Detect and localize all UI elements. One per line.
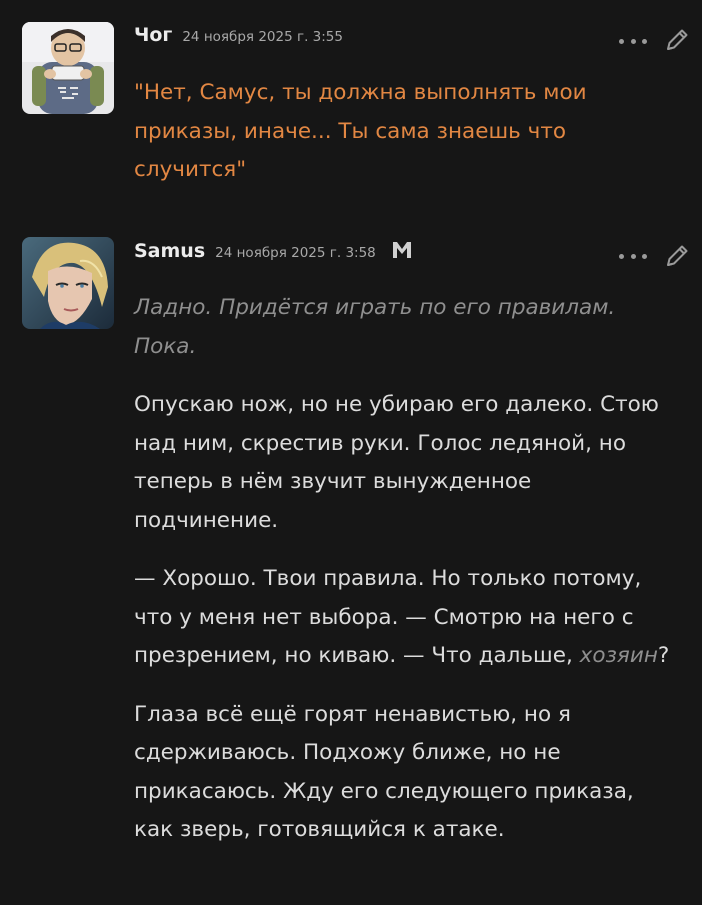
post-timestamp: 24 ноября 2025 г. 3:55 (182, 29, 343, 45)
dot (642, 38, 647, 44)
message-text: "Нет, Самус, ты должна выполнять мои при… (134, 80, 587, 182)
pencil-icon[interactable] (662, 25, 692, 55)
more-dots-icon[interactable] (619, 251, 647, 261)
emphasis-word: хозяин (579, 643, 658, 668)
message-paragraph: Опускаю нож, но не убираю его далеко. Ст… (134, 392, 659, 533)
message-post: Чог 24 ноября 2025 г. 3:55 "Нет, Самус, … (0, 0, 702, 215)
avatar[interactable] (22, 22, 114, 114)
message-paragraph: — Хорошо. Твои правила. Но только потому… (134, 560, 674, 676)
post-timestamp: 24 ноября 2025 г. 3:58 (215, 245, 376, 261)
author-name[interactable]: Чог (134, 24, 172, 46)
message-post: Samus 24 ноября 2025 г. 3:58 Ладно. Прид… (0, 215, 702, 905)
paragraph-text: — Хорошо. Твои правила. Но только потому… (134, 566, 642, 668)
author-name[interactable]: Samus (134, 240, 205, 262)
moderator-badge-icon (392, 241, 412, 259)
message-content: Ладно. Придётся играть по его правилам. … (134, 289, 674, 850)
italic-intro: Ладно. Придётся играть по его правилам. … (134, 295, 616, 359)
dot (642, 253, 647, 259)
dot (630, 38, 636, 44)
post-header: Чог 24 ноября 2025 г. 3:55 (134, 24, 343, 54)
post-header: Samus 24 ноября 2025 г. 3:58 (134, 239, 412, 269)
dot (619, 38, 624, 44)
pencil-icon[interactable] (662, 241, 692, 271)
more-dots-icon[interactable] (619, 36, 647, 46)
paragraph-text: ? (657, 643, 670, 668)
avatar[interactable] (22, 237, 114, 329)
dot (619, 253, 624, 259)
dot (630, 253, 636, 259)
message-paragraph: Глаза всё ещё горят ненавистью, но я сде… (134, 701, 634, 843)
message-content: "Нет, Самус, ты должна выполнять мои при… (134, 74, 674, 190)
